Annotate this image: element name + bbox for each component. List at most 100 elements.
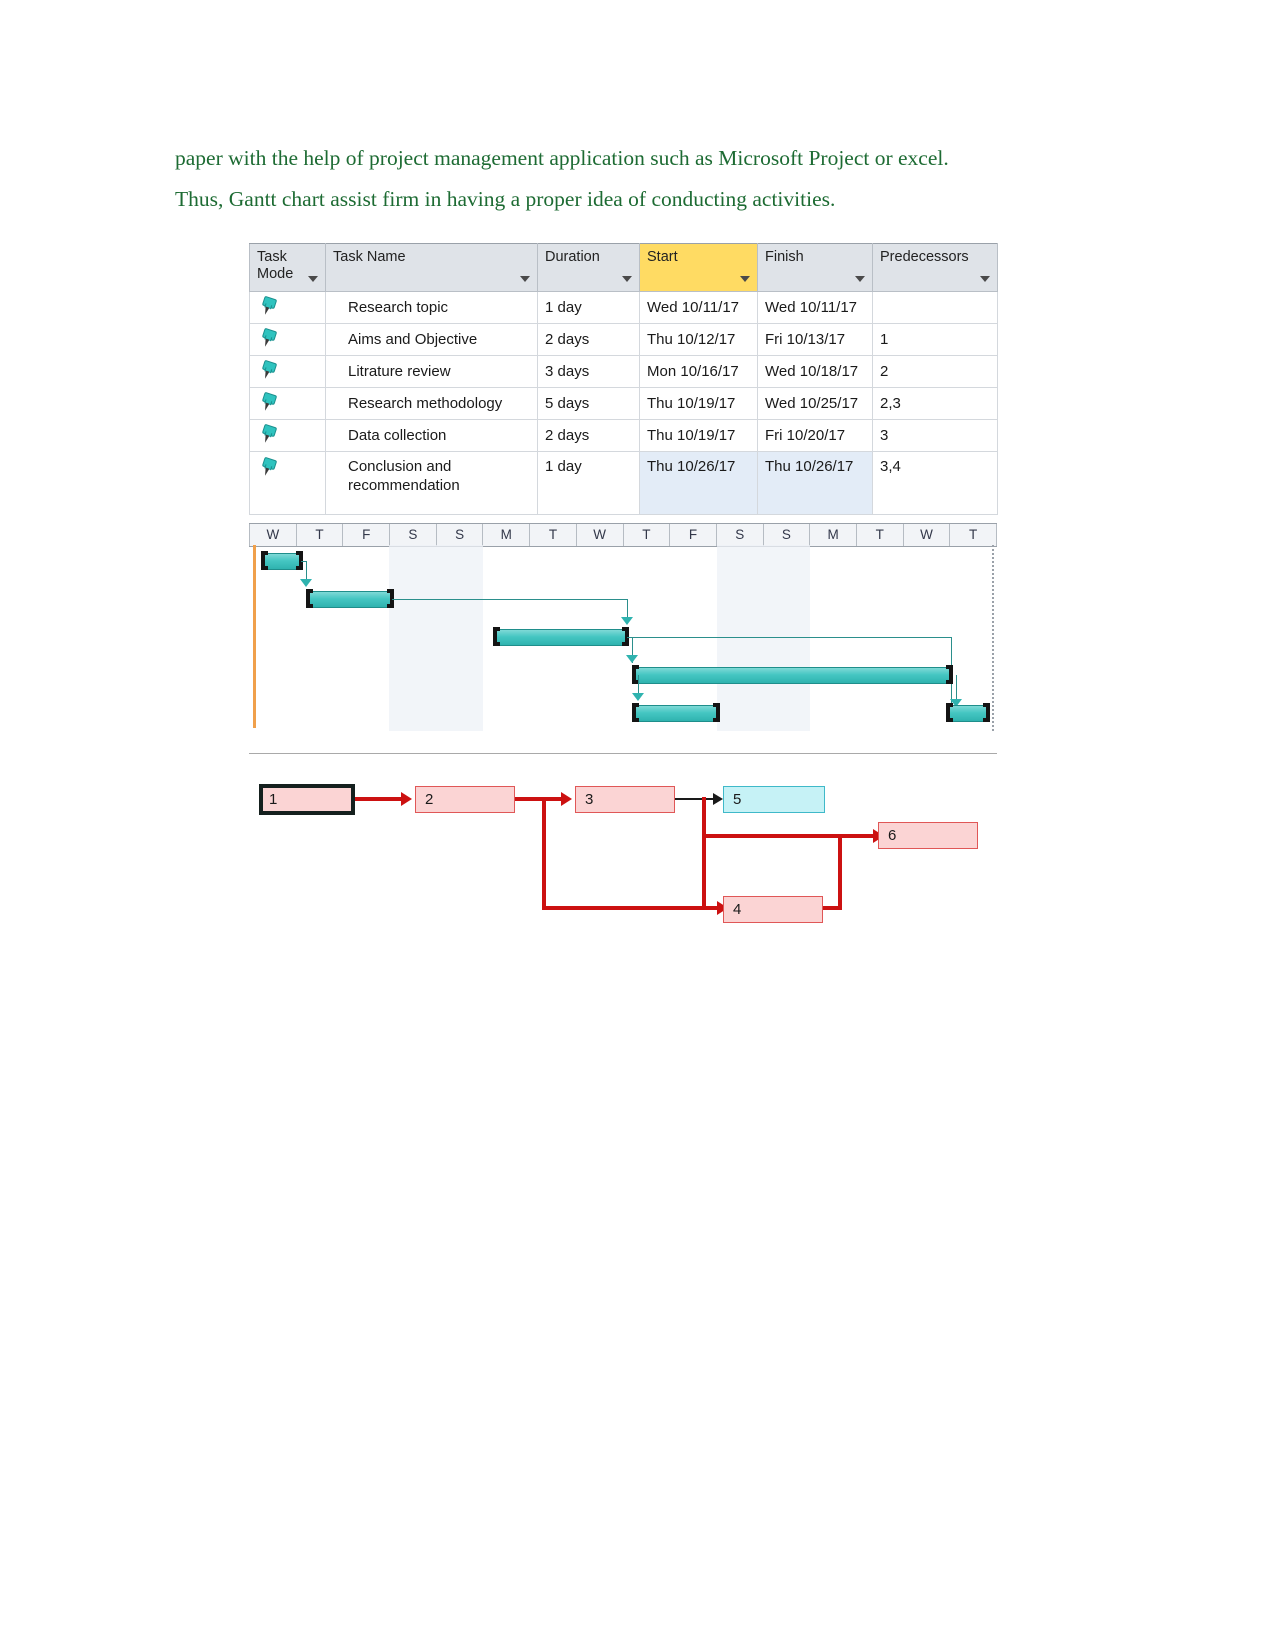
pushpin-icon: [256, 357, 278, 380]
start-cell[interactable]: Wed 10/11/17: [639, 291, 758, 324]
gantt-timescale: W T F S S M T W T F S S M T W T: [249, 523, 997, 547]
timescale-day: W: [576, 524, 624, 546]
table-row[interactable]: Data collection 2 days Thu 10/19/17 Fri …: [249, 419, 998, 452]
weekend-shading: [716, 545, 810, 731]
predecessors-cell[interactable]: 3: [872, 419, 998, 452]
finish-cell[interactable]: Thu 10/26/17: [757, 451, 873, 515]
gantt-bar-data-collection[interactable]: [632, 705, 720, 722]
table-row[interactable]: Aims and Objective 2 days Thu 10/12/17 F…: [249, 323, 998, 356]
column-header-label: Task Name: [333, 249, 406, 265]
finish-cell[interactable]: Wed 10/18/17: [757, 355, 873, 388]
timescale-day: S: [716, 524, 764, 546]
gantt-link: [627, 637, 951, 638]
network-edge-3-5: [675, 798, 717, 800]
column-header-duration[interactable]: Duration: [537, 243, 640, 292]
network-node-4[interactable]: 4: [723, 896, 823, 923]
predecessors-cell[interactable]: 1: [872, 323, 998, 356]
finish-cell[interactable]: Fri 10/20/17: [757, 419, 873, 452]
gantt-bar-litrature-review[interactable]: [493, 629, 629, 646]
chevron-down-icon[interactable]: [980, 276, 990, 282]
task-name-cell[interactable]: Research topic: [325, 291, 538, 324]
pushpin-icon: [256, 325, 278, 348]
task-mode-cell[interactable]: [249, 419, 326, 452]
duration-cell[interactable]: 1 day: [537, 291, 640, 324]
timescale-day: W: [903, 524, 951, 546]
timescale-day: T: [530, 524, 577, 546]
finish-cell[interactable]: Wed 10/25/17: [757, 387, 873, 420]
gantt-bar-research-topic[interactable]: [261, 553, 303, 570]
task-mode-cell[interactable]: [249, 291, 326, 324]
column-header-task-mode[interactable]: Task Mode: [249, 243, 326, 292]
network-edge-2-4: [542, 797, 546, 910]
chevron-down-icon[interactable]: [855, 276, 865, 282]
gantt-link-arrow: [300, 579, 312, 587]
duration-cell[interactable]: 1 day: [537, 451, 640, 515]
finish-cell[interactable]: Wed 10/11/17: [757, 291, 873, 324]
network-edge-2-3: [515, 797, 565, 801]
task-name-cell[interactable]: Aims and Objective: [325, 323, 538, 356]
column-header-start[interactable]: Start: [639, 243, 758, 292]
predecessors-cell[interactable]: [872, 291, 998, 324]
pushpin-icon: [256, 389, 278, 412]
task-name-cell[interactable]: Litrature review: [325, 355, 538, 388]
network-node-6[interactable]: 6: [878, 822, 978, 849]
network-arrow: [561, 792, 572, 806]
timescale-day: F: [670, 524, 717, 546]
table-row[interactable]: Research methodology 5 days Thu 10/19/17…: [249, 387, 998, 420]
predecessors-cell[interactable]: 2,3: [872, 387, 998, 420]
pushpin-icon: [256, 455, 278, 478]
timescale-day: F: [343, 524, 391, 546]
start-cell[interactable]: Thu 10/12/17: [639, 323, 758, 356]
start-cell[interactable]: Thu 10/26/17: [639, 451, 758, 515]
timescale-day: T: [856, 524, 904, 546]
network-node-2[interactable]: 2: [415, 786, 515, 813]
chevron-down-icon[interactable]: [308, 276, 318, 282]
duration-cell[interactable]: 5 days: [537, 387, 640, 420]
gantt-chart: W T F S S M T W T F S S M T W T: [249, 523, 997, 754]
column-header-finish[interactable]: Finish: [757, 243, 873, 292]
table-row[interactable]: Conclusion and recommendation 1 day Thu …: [249, 451, 998, 515]
chevron-down-icon[interactable]: [740, 276, 750, 282]
network-edge-3-down: [702, 797, 706, 910]
network-arrow: [401, 792, 412, 806]
task-name-cell[interactable]: Research methodology: [325, 387, 538, 420]
predecessors-cell[interactable]: 3,4: [872, 451, 998, 515]
network-diagram: 1 2 3 5 6 4: [249, 764, 997, 944]
paragraph-line-1: paper with the help of project managemen…: [175, 146, 949, 170]
finish-cell[interactable]: Fri 10/13/17: [757, 323, 873, 356]
table-row[interactable]: Litrature review 3 days Mon 10/16/17 Wed…: [249, 355, 998, 388]
gantt-link: [627, 599, 628, 619]
network-edge-4-6: [823, 906, 842, 910]
task-name-cell[interactable]: Conclusion and recommendation: [325, 451, 538, 515]
duration-cell[interactable]: 2 days: [537, 419, 640, 452]
gantt-bar-aims-and-objective[interactable]: [306, 591, 394, 608]
column-header-predecessors[interactable]: Predecessors: [872, 243, 998, 292]
gantt-bar-conclusion-and-recommendation[interactable]: [946, 705, 990, 722]
chevron-down-icon[interactable]: [520, 276, 530, 282]
network-node-5[interactable]: 5: [723, 786, 825, 813]
network-node-3[interactable]: 3: [575, 786, 675, 813]
start-cell[interactable]: Thu 10/19/17: [639, 387, 758, 420]
table-row[interactable]: Research topic 1 day Wed 10/11/17 Wed 10…: [249, 291, 998, 324]
predecessors-cell[interactable]: 2: [872, 355, 998, 388]
start-cell[interactable]: Thu 10/19/17: [639, 419, 758, 452]
duration-cell[interactable]: 2 days: [537, 323, 640, 356]
task-sheet-table: Task Mode Task Name Duration Start Finis…: [249, 243, 998, 515]
gantt-bar-research-methodology[interactable]: [632, 667, 953, 684]
task-mode-cell[interactable]: [249, 451, 326, 515]
table-header-row: Task Mode Task Name Duration Start Finis…: [249, 243, 998, 292]
weekend-shading: [389, 545, 483, 731]
timescale-day: M: [483, 524, 531, 546]
task-mode-cell[interactable]: [249, 387, 326, 420]
column-header-task-name[interactable]: Task Name: [325, 243, 538, 292]
task-mode-cell[interactable]: [249, 323, 326, 356]
task-mode-cell[interactable]: [249, 355, 326, 388]
network-edge-4-6: [838, 834, 842, 909]
start-cell[interactable]: Mon 10/16/17: [639, 355, 758, 388]
duration-cell[interactable]: 3 days: [537, 355, 640, 388]
column-header-label: Predecessors: [880, 249, 969, 265]
task-name-cell[interactable]: Data collection: [325, 419, 538, 452]
gantt-link: [306, 561, 307, 581]
chevron-down-icon[interactable]: [622, 276, 632, 282]
network-node-1[interactable]: 1: [259, 784, 355, 815]
